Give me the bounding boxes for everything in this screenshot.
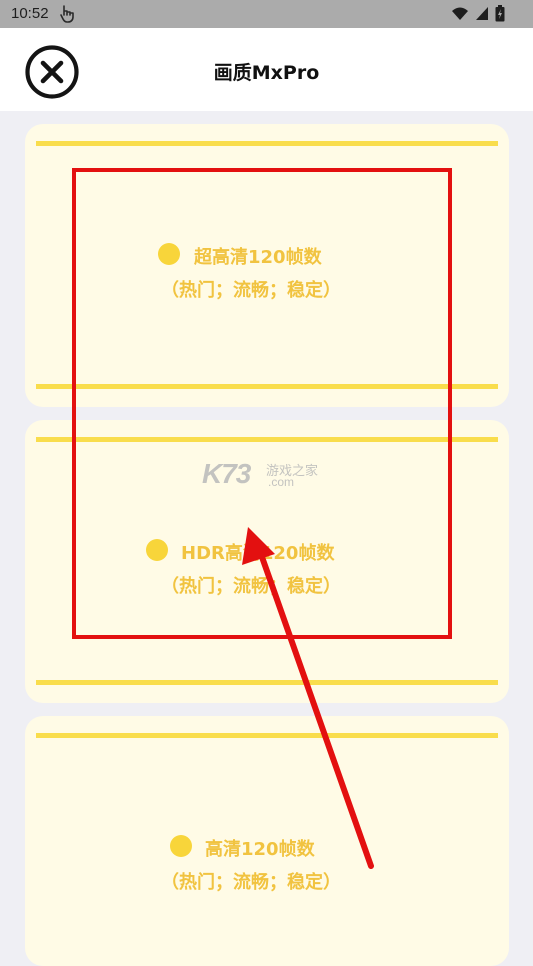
page-title: 画质MxPro — [213, 62, 320, 84]
card-bottom-line — [36, 384, 498, 389]
option-subtitle: （热门；流畅；稳定） — [161, 280, 341, 301]
card-top-line — [36, 141, 498, 146]
signal-icon — [476, 7, 488, 20]
option-title: 超高清120帧数 — [194, 247, 322, 268]
wifi-icon — [452, 7, 468, 20]
card-top-line — [36, 437, 498, 442]
watermark-logo: K73 游戏之家 .com — [202, 458, 318, 490]
option-subtitle: （热门；流畅；稳定） — [161, 872, 341, 893]
touch-icon — [60, 5, 74, 23]
option-title: 高清120帧数 — [205, 839, 315, 860]
watermark-domain: .com — [268, 475, 295, 489]
card-bottom-line — [36, 680, 498, 685]
status-time: 10:52 — [11, 5, 49, 22]
option-dot — [146, 539, 168, 561]
option-card-hd[interactable]: 高清120帧数 （热门；流畅；稳定） — [25, 716, 509, 966]
battery-icon — [495, 5, 505, 22]
card-top-line — [36, 733, 498, 738]
watermark-main: K73 — [202, 458, 251, 489]
status-bar: 10:52 — [0, 0, 533, 28]
option-dot — [170, 835, 192, 857]
option-subtitle: （热门；流畅；稳定） — [161, 576, 341, 597]
option-title: HDR高清120帧数 — [181, 543, 335, 564]
option-card-ultra-hd[interactable]: 超高清120帧数 （热门；流畅；稳定） — [25, 124, 509, 407]
status-icons — [451, 5, 505, 22]
option-dot — [158, 243, 180, 265]
